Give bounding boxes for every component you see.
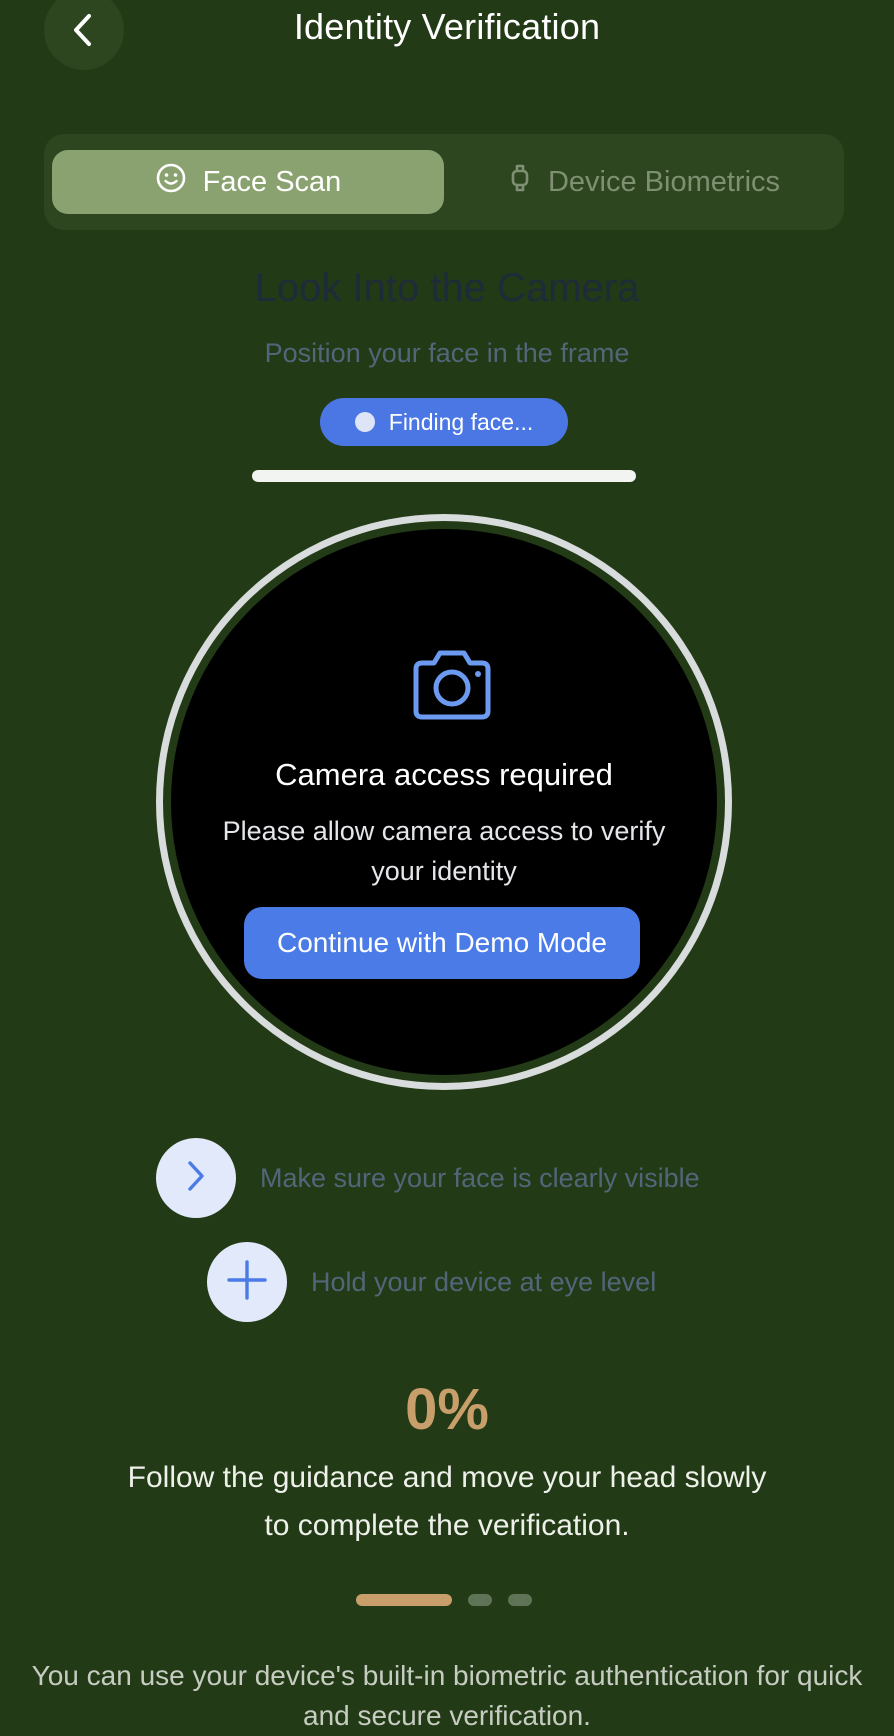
- tab-device-biometrics[interactable]: Device Biometrics: [452, 150, 836, 214]
- camera-icon: [408, 647, 496, 728]
- tab-face-scan-label: Face Scan: [202, 165, 342, 198]
- method-tabs: Face Scan Device Biometrics: [44, 134, 844, 230]
- pager-dot: [508, 1594, 532, 1606]
- progress-percent: 0%: [405, 1377, 489, 1442]
- watch-icon: [508, 162, 532, 202]
- guidance-icon-circle: [156, 1138, 236, 1218]
- smiley-face-icon: [155, 162, 187, 202]
- demo-mode-button[interactable]: Continue with Demo Mode: [244, 907, 640, 979]
- camera-frame: Camera access required Please allow came…: [156, 514, 732, 1090]
- pager-dot-active: [356, 1594, 452, 1606]
- progress-instruction: Follow the guidance and move your head s…: [127, 1461, 767, 1542]
- scan-subtitle: Position your face in the frame: [264, 338, 630, 368]
- pager-dot: [468, 1594, 492, 1606]
- scan-title: Look Into the Camera: [254, 266, 640, 310]
- camera-access-title: Camera access required: [275, 757, 613, 792]
- chevron-right-icon: [184, 1158, 208, 1199]
- page-title: Identity Verification: [293, 6, 601, 47]
- status-badge: Finding face...: [320, 398, 568, 446]
- camera-access-description: Please allow camera access to verify you…: [222, 816, 666, 886]
- tab-device-biometrics-label: Device Biometrics: [547, 165, 781, 198]
- tab-face-scan[interactable]: Face Scan: [52, 150, 444, 214]
- status-dot-icon: [354, 412, 375, 432]
- status-text: Finding face...: [388, 408, 534, 435]
- guidance-item: Hold your device at eye level: [207, 1242, 656, 1322]
- camera-view: Camera access required Please allow came…: [171, 529, 717, 1075]
- plus-icon: [227, 1259, 267, 1305]
- footer-info: You can use your device's built-in biome…: [31, 1660, 863, 1731]
- guidance-text: Hold your device at eye level: [311, 1266, 657, 1297]
- step-pager: [356, 1594, 532, 1606]
- scan-progress-line: [252, 470, 636, 482]
- guidance-text: Make sure your face is clearly visible: [260, 1162, 700, 1193]
- guidance-item: Make sure your face is clearly visible: [156, 1138, 700, 1218]
- guidance-icon-circle: [207, 1242, 287, 1322]
